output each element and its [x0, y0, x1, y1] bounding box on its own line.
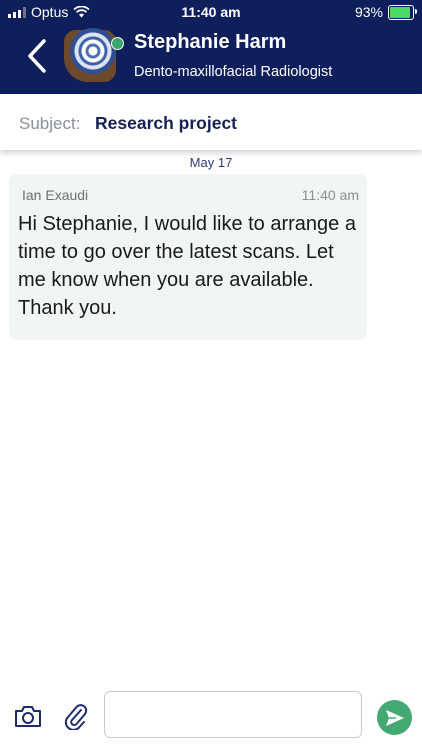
avatar[interactable] — [64, 28, 118, 84]
subject-bar: Subject: Research project — [0, 94, 422, 150]
send-icon — [386, 710, 404, 726]
camera-icon — [15, 706, 41, 727]
back-button[interactable] — [22, 38, 52, 74]
subject-label: Subject: — [19, 114, 81, 133]
message-text: Hi Stephanie, I would like to arrange a … — [18, 213, 356, 319]
chevron-left-icon — [28, 39, 46, 73]
date-separator: May 17 — [189, 155, 233, 170]
battery-icon — [388, 4, 417, 20]
message-sender: Ian Exaudi — [22, 187, 89, 203]
battery-fill — [390, 6, 411, 18]
message-input[interactable] — [104, 691, 362, 738]
message-bubble[interactable]: Ian Exaudi 11:40 am Hi Stephanie, I woul… — [9, 174, 367, 340]
camera-button[interactable] — [14, 704, 42, 728]
message-time: 11:40 am — [301, 187, 359, 203]
battery-percentage: 93% — [354, 4, 383, 20]
subject-value: Research project — [95, 113, 238, 133]
paperclip-icon — [64, 704, 88, 731]
composer-toolbar — [0, 684, 422, 750]
status-right: 93% — [354, 4, 417, 20]
contact-role: Dento-maxillofacial Radiologist — [134, 64, 333, 80]
chat-header: Optus 11:40 am 93% Stephanie Harm Dento-… — [0, 0, 422, 94]
send-button[interactable] — [377, 700, 412, 735]
status-bar: Optus 11:40 am 93% — [0, 0, 422, 24]
battery-nub — [415, 8, 417, 14]
online-status-indicator — [111, 37, 124, 50]
avatar-image — [70, 28, 116, 74]
attach-button[interactable] — [64, 702, 88, 731]
contact-name: Stephanie Harm — [134, 31, 287, 53]
